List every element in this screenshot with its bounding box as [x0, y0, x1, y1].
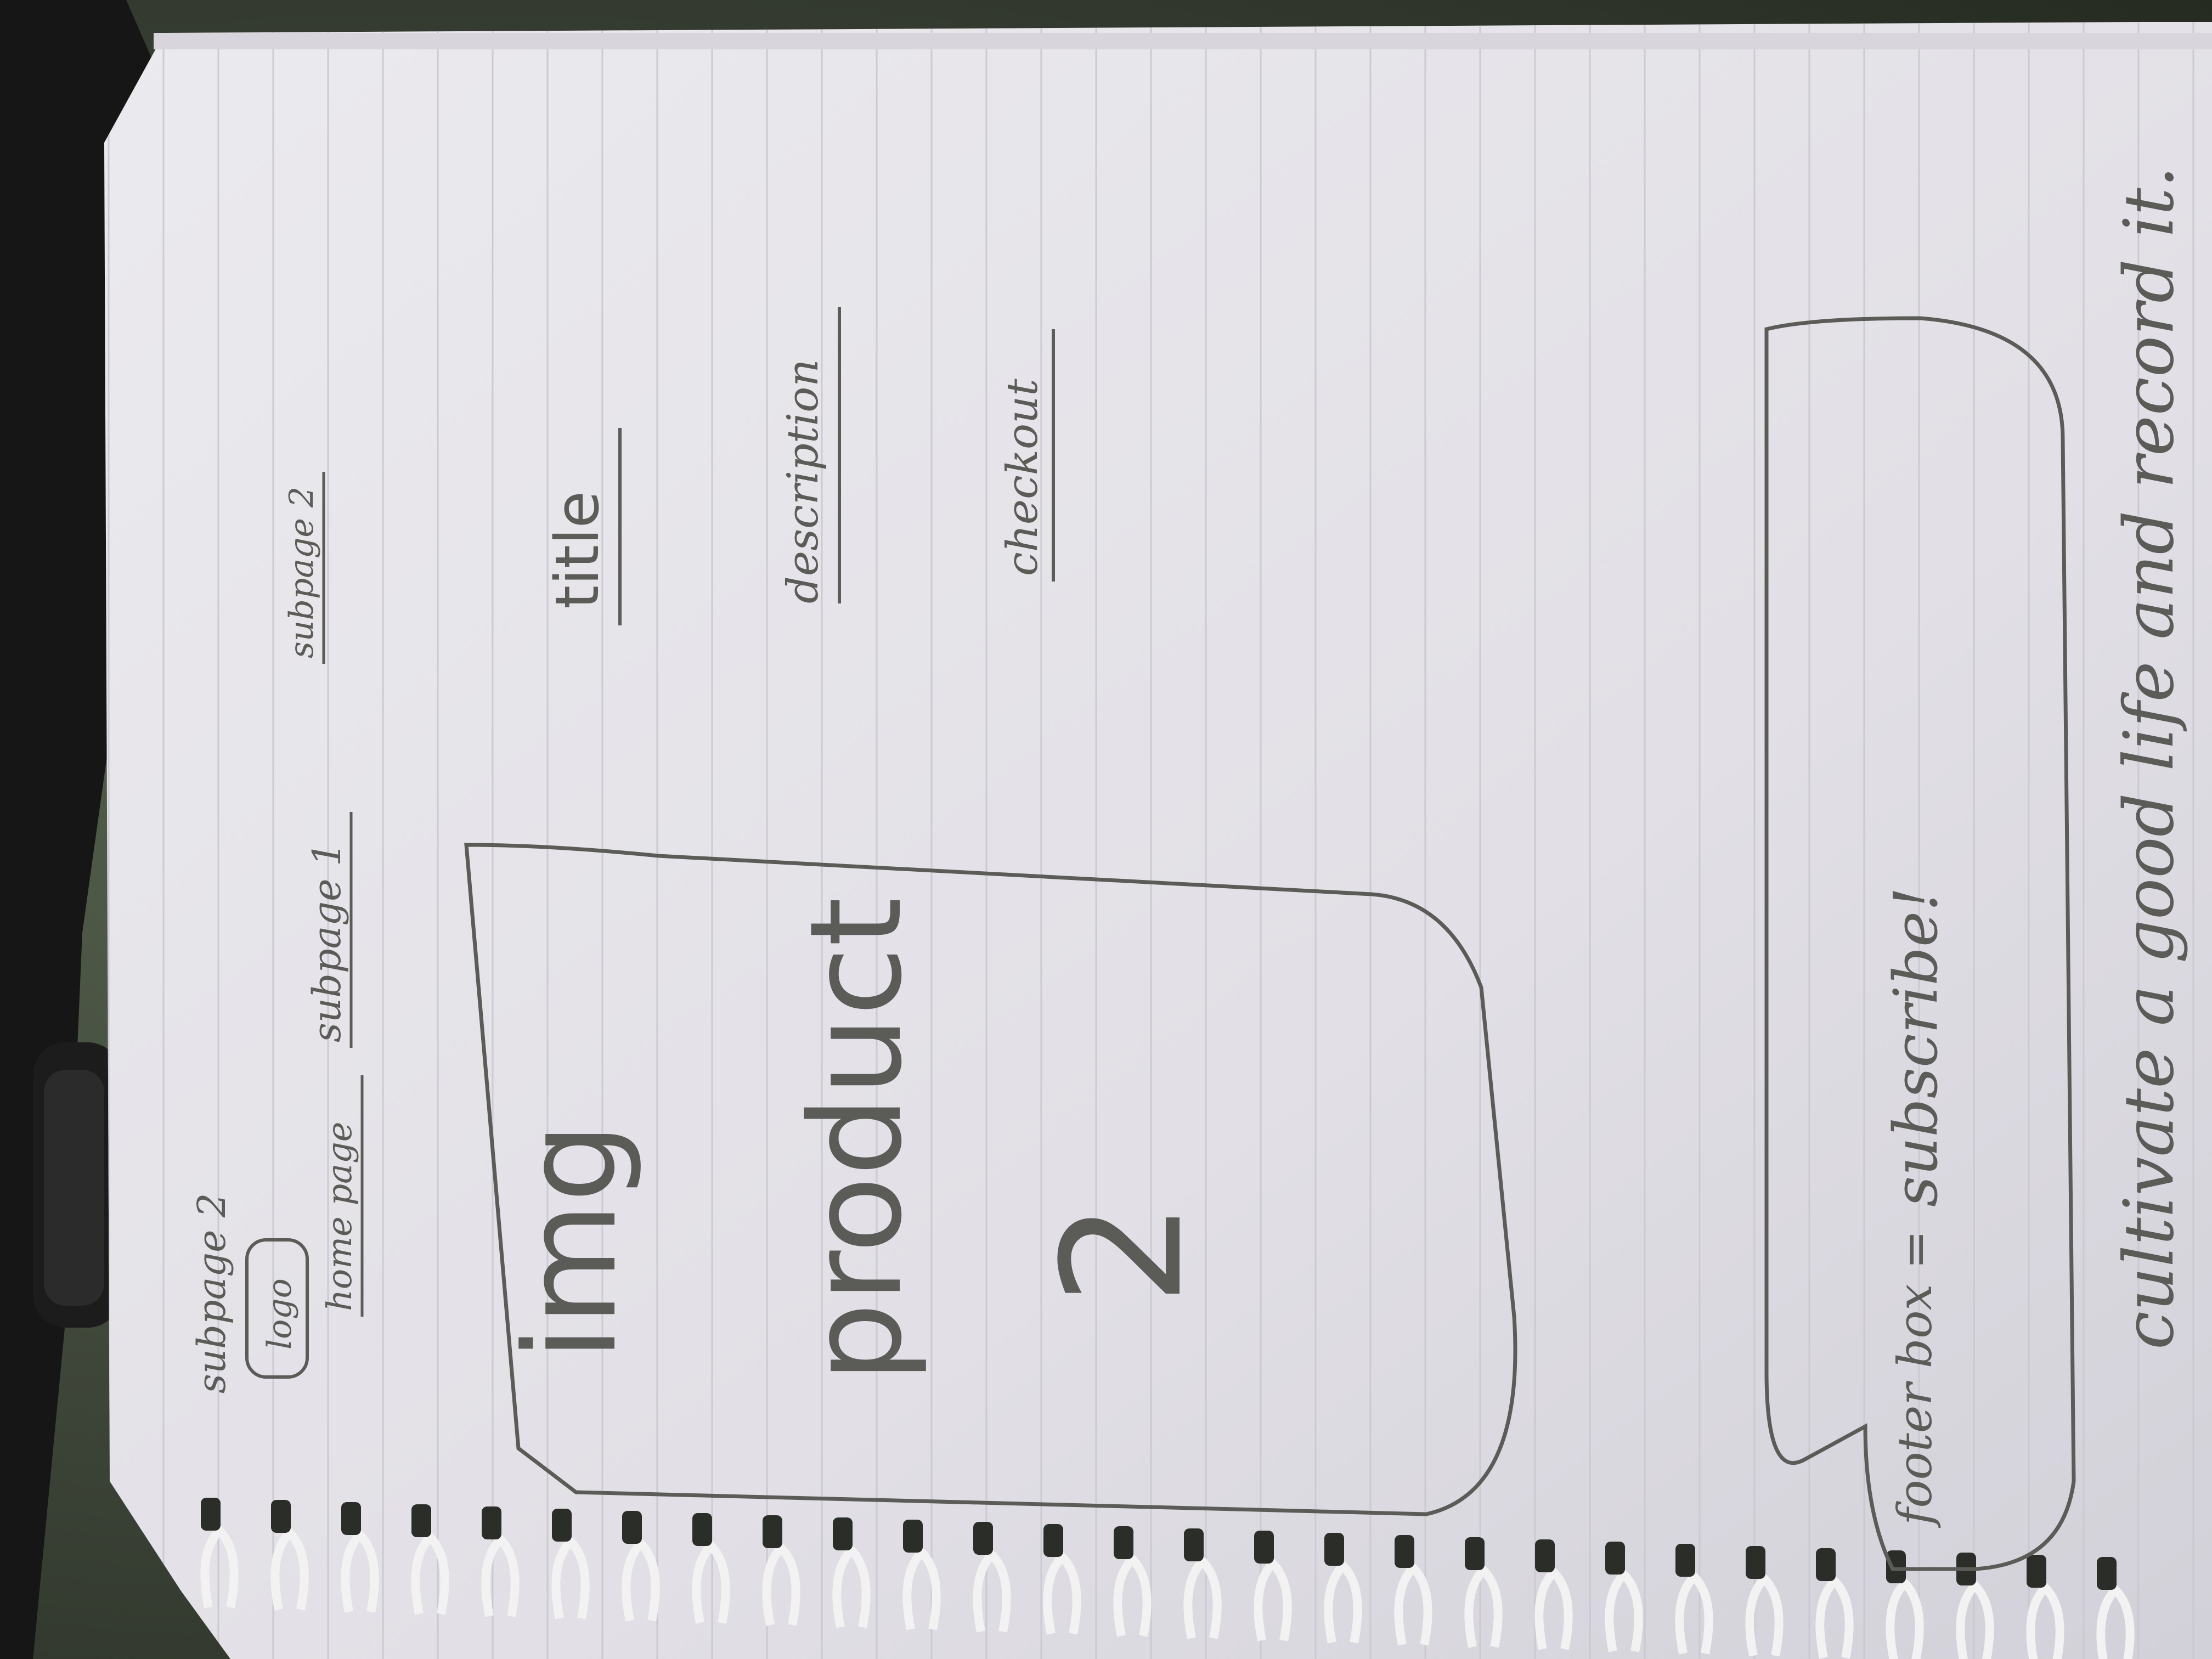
photo-scene: subpage 2 logo home page subpage 1 subpa… [0, 0, 2212, 1659]
spiral-hole [692, 1513, 712, 1546]
nav-subpage-1: subpage 1 [304, 842, 349, 1042]
footer-label: footer box = [1888, 1230, 1943, 1528]
spiral-hole [552, 1509, 572, 1542]
spiral-hole [1254, 1531, 1274, 1564]
tagline: cultivate a good life and record it. [2109, 166, 2189, 1350]
spiral-hole [1043, 1524, 1063, 1557]
nav-home-page: home page [319, 1122, 359, 1311]
spiral-hole [1605, 1542, 1625, 1575]
product-title: title [542, 491, 612, 609]
spiral-hole [1675, 1544, 1695, 1577]
spiral-hole [1746, 1546, 1765, 1579]
spiral-hole [622, 1511, 642, 1544]
spiral-hole [1324, 1533, 1344, 1566]
spiral-hole [1886, 1550, 1906, 1583]
spiral-hole [1535, 1539, 1555, 1572]
spiral-hole [2027, 1555, 2046, 1588]
logo-label: logo [261, 1278, 299, 1350]
spiral-hole [973, 1522, 993, 1555]
spiral-hole [271, 1500, 291, 1533]
spiral-hole [341, 1502, 361, 1535]
image-placeholder-label: img [498, 1122, 645, 1361]
spiral-hole [1816, 1548, 1836, 1581]
spiral-hole [763, 1515, 782, 1548]
product-description: description [778, 359, 828, 603]
spiral-hole [411, 1504, 431, 1537]
spiral-hole [201, 1498, 221, 1531]
header-note: subpage 2 [189, 1193, 234, 1393]
notebook-photo: subpage 2 logo home page subpage 1 subpa… [0, 0, 2212, 1659]
spiral-hole [1114, 1526, 1133, 1559]
checkout-link: checkout [998, 379, 1047, 576]
spiral-hole [2097, 1557, 2117, 1590]
spiral-hole [903, 1520, 923, 1553]
spiral-hole [1184, 1528, 1204, 1561]
product-number: 2 [1027, 1201, 1218, 1306]
spiral-hole [1395, 1535, 1414, 1568]
spiral-hole [1465, 1537, 1485, 1570]
spiral-hole [833, 1517, 853, 1550]
product-label: product [783, 897, 930, 1383]
spiral-hole [482, 1506, 501, 1539]
nav-subpage-2: subpage 2 [283, 487, 321, 658]
footer-subscribe: subscribe! [1881, 887, 1951, 1207]
